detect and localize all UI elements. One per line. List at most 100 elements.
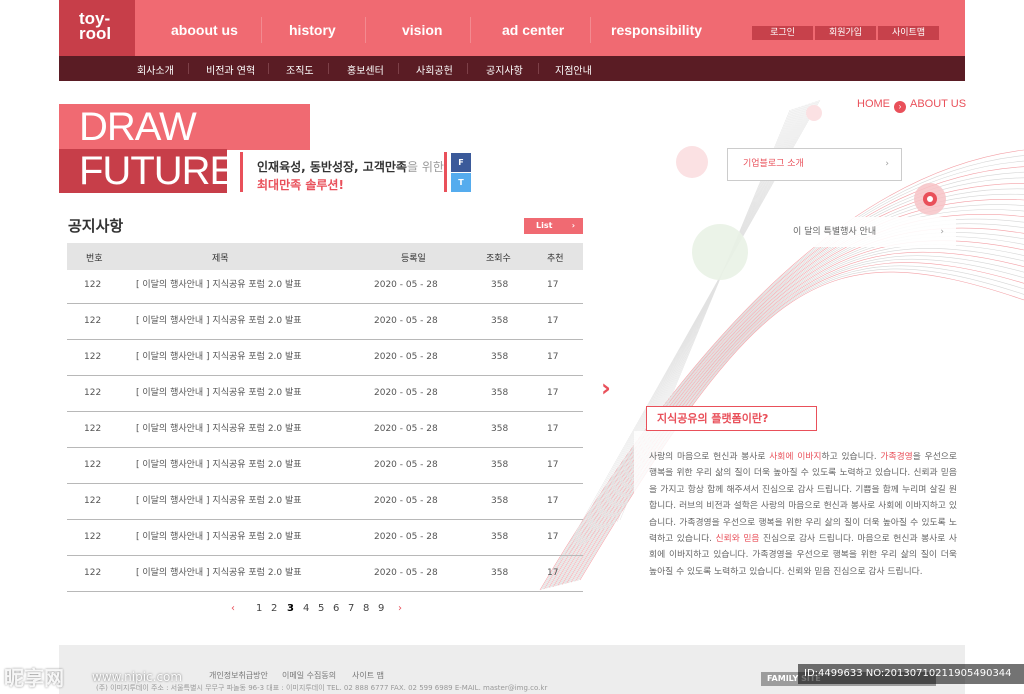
subnav-divider: [538, 63, 539, 74]
watermark-url: www.nipic.com: [92, 670, 183, 684]
table-row[interactable]: 122 [ 이달의 행사안내 ] 지식공유 포럼 2.0 발표 2020 - 0…: [67, 268, 583, 304]
cell-title[interactable]: [ 이달의 행사안내 ] 지식공유 포럼 2.0 발표: [136, 268, 302, 302]
col-header-number: 번호: [86, 254, 103, 264]
tagline-line2: 최대만족 솔루션!: [257, 178, 344, 192]
subnav-vision-history[interactable]: 비전과 연혁: [206, 62, 255, 77]
tagline-bold: 인재육성, 동반성장, 고객만족: [257, 160, 407, 174]
footer-link-sitemap[interactable]: 사이트 맵: [352, 670, 384, 681]
chevron-right-icon: ›: [940, 227, 944, 237]
hero-headline-line1: DRAW YOUR: [59, 104, 310, 195]
subnav-pr-center[interactable]: 홍보센터: [347, 62, 384, 77]
cell-date: 2020 - 05 - 28: [374, 532, 438, 542]
cell-date: 2020 - 05 - 28: [374, 352, 438, 362]
cell-number: 122: [84, 424, 102, 434]
table-row[interactable]: 122 [ 이달의 행사안내 ] 지식공유 포럼 2.0 발표 2020 - 0…: [67, 376, 583, 412]
special-event-link[interactable]: 이 달의 특별행사 안내 ›: [781, 217, 956, 247]
page-link[interactable]: 6: [333, 603, 339, 614]
table-row[interactable]: 122 [ 이달의 행사안내 ] 지식공유 포럼 2.0 발표 2020 - 0…: [67, 304, 583, 340]
page-link[interactable]: 2: [271, 603, 277, 614]
cell-recommend: 17: [547, 460, 559, 470]
page-link[interactable]: 5: [318, 603, 324, 614]
col-header-title: 제목: [212, 254, 229, 264]
cell-title[interactable]: [ 이달의 행사안내 ] 지식공유 포럼 2.0 발표: [136, 484, 302, 518]
chevron-right-icon[interactable]: ›: [601, 374, 611, 402]
cell-title[interactable]: [ 이달의 행사안내 ] 지식공유 포럼 2.0 발표: [136, 556, 302, 590]
deco-target-inner: [927, 196, 933, 202]
login-button[interactable]: 로그인: [752, 26, 813, 40]
chevron-right-icon: ›: [885, 159, 889, 169]
subnav-branches[interactable]: 지점안내: [555, 62, 592, 77]
cell-views: 358: [491, 568, 509, 578]
breadcrumb: HOME › ABOUT US: [857, 98, 966, 113]
cell-date: 2020 - 05 - 28: [374, 388, 438, 398]
cell-recommend: 17: [547, 388, 559, 398]
table-row[interactable]: 122 [ 이달의 행사안내 ] 지식공유 포럼 2.0 발표 2020 - 0…: [67, 448, 583, 484]
nav-history[interactable]: history: [289, 22, 336, 38]
subnav-notice[interactable]: 공지사항: [486, 62, 523, 77]
nav-divider: [590, 17, 591, 43]
cell-title[interactable]: [ 이달의 행사안내 ] 지식공유 포럼 2.0 발표: [136, 520, 302, 554]
page-link[interactable]: 4: [303, 603, 309, 614]
cell-date: 2020 - 05 - 28: [374, 280, 438, 290]
page-link[interactable]: 9: [378, 603, 384, 614]
table-row[interactable]: 122 [ 이달의 행사안내 ] 지식공유 포럼 2.0 발표 2020 - 0…: [67, 520, 583, 556]
sitemap-button[interactable]: 사이트맵: [878, 26, 939, 40]
hero-headline-line2: FUTURE: [59, 149, 236, 193]
breadcrumb-current[interactable]: ABOUT US: [910, 98, 966, 110]
desc-part: 사랑의 마음으로 헌신과 봉사로: [649, 452, 770, 462]
subnav-social[interactable]: 사회공헌: [416, 62, 453, 77]
table-row[interactable]: 122 [ 이달의 행사안내 ] 지식공유 포럼 2.0 발표 2020 - 0…: [67, 556, 583, 592]
page-link[interactable]: 1: [256, 603, 262, 614]
nav-divider: [261, 17, 262, 43]
nav-about-us[interactable]: aboout us: [171, 22, 238, 38]
footer-copyright: (주) 이미지투데이 주소 : 서울특별시 무무구 파놀동 96-3 대표 : …: [96, 684, 548, 692]
breadcrumb-home[interactable]: HOME: [857, 98, 890, 110]
footer-link-privacy[interactable]: 개인정보취급방안: [209, 670, 268, 681]
subnav-divider: [328, 63, 329, 74]
table-row[interactable]: 122 [ 이달의 행사안내 ] 지식공유 포럼 2.0 발표 2020 - 0…: [67, 484, 583, 520]
cell-title[interactable]: [ 이달의 행사안내 ] 지식공유 포럼 2.0 발표: [136, 340, 302, 374]
cell-number: 122: [84, 352, 102, 362]
desc-part: 하고 있습니다.: [821, 452, 881, 462]
nav-responsibility[interactable]: responsibility: [611, 22, 702, 38]
cell-title[interactable]: [ 이달의 행사안내 ] 지식공유 포럼 2.0 발표: [136, 376, 302, 410]
cell-number: 122: [84, 568, 102, 578]
cell-title[interactable]: [ 이달의 행사안내 ] 지식공유 포럼 2.0 발표: [136, 448, 302, 482]
page-link-current[interactable]: 3: [287, 603, 294, 614]
facebook-icon[interactable]: F: [451, 153, 471, 172]
cell-date: 2020 - 05 - 28: [374, 568, 438, 578]
signup-button[interactable]: 회원가입: [815, 26, 876, 40]
watermark-id: ID:4499633 NO:20130710211905490344: [798, 664, 1024, 684]
logo[interactable]: toy- rool: [59, 0, 135, 56]
page-link[interactable]: 7: [348, 603, 354, 614]
logo-line2: rool: [79, 24, 112, 43]
desc-highlight: 가족경영: [880, 452, 913, 462]
page-link[interactable]: 8: [363, 603, 369, 614]
cell-recommend: 17: [547, 352, 559, 362]
tagline-light: 을 위한: [406, 160, 444, 174]
cell-title[interactable]: [ 이달의 행사안내 ] 지식공유 포럼 2.0 발표: [136, 304, 302, 338]
table-row[interactable]: 122 [ 이달의 행사안내 ] 지식공유 포럼 2.0 발표 2020 - 0…: [67, 340, 583, 376]
notice-section-title: 공지사항: [68, 217, 124, 235]
footer-link-email[interactable]: 이메일 수집동의: [282, 670, 336, 681]
nav-ad-center[interactable]: ad center: [502, 22, 564, 38]
subnav-org-chart[interactable]: 조직도: [286, 62, 314, 77]
chevron-right-icon: ›: [894, 101, 906, 113]
cell-date: 2020 - 05 - 28: [374, 424, 438, 434]
table-row[interactable]: 122 [ 이달의 행사안내 ] 지식공유 포럼 2.0 발표 2020 - 0…: [67, 412, 583, 448]
cell-recommend: 17: [547, 496, 559, 506]
knowledge-title: 지식공유의 플랫폼이란?: [646, 406, 817, 431]
prev-page-icon[interactable]: ‹: [231, 603, 235, 614]
next-page-icon[interactable]: ›: [398, 603, 402, 614]
cell-number: 122: [84, 496, 102, 506]
blog-intro-link[interactable]: 기업블로그 소개 ›: [727, 148, 902, 181]
cell-views: 358: [491, 424, 509, 434]
cell-views: 358: [491, 532, 509, 542]
cell-recommend: 17: [547, 280, 559, 290]
twitter-icon[interactable]: T: [451, 173, 471, 192]
desc-highlight: 신뢰와 믿음: [715, 534, 760, 545]
cell-title[interactable]: [ 이달의 행사안내 ] 지식공유 포럼 2.0 발표: [136, 412, 302, 446]
list-button[interactable]: List ›: [524, 218, 583, 234]
nav-vision[interactable]: vision: [402, 22, 442, 38]
subnav-company[interactable]: 회사소개: [137, 62, 174, 77]
